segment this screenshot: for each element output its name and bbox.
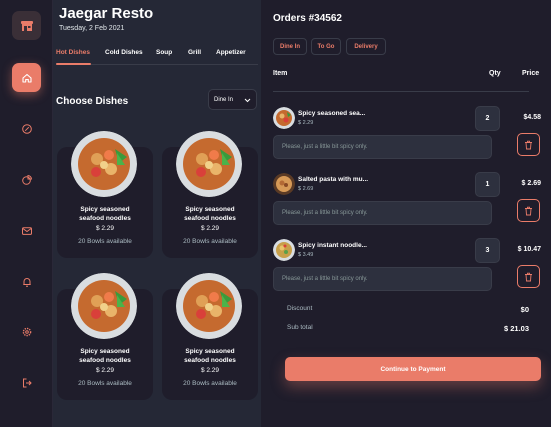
dish-price: $ 2.29 xyxy=(95,367,115,374)
logout-icon xyxy=(22,378,32,387)
dish-image xyxy=(176,131,242,197)
order-item-price: $ 3.49 xyxy=(298,252,314,258)
nav-logout[interactable] xyxy=(12,368,41,397)
tab-appetizer[interactable]: Appetizer xyxy=(216,49,246,56)
home-icon xyxy=(21,73,32,83)
nav-notifications[interactable] xyxy=(12,267,41,296)
continue-to-payment-button[interactable]: Continue to Payment xyxy=(285,357,541,381)
nav-settings[interactable] xyxy=(12,317,41,346)
dish-availability: 20 Bowls available xyxy=(78,238,132,245)
dish-card[interactable]: Spicy seasoned seafood noodles $ 2.29 20 … xyxy=(162,273,258,400)
quantity-box[interactable]: 1 xyxy=(475,172,500,197)
pie-chart-icon xyxy=(21,174,32,185)
order-item-total: $ 10.47 xyxy=(517,246,541,253)
order-item-image xyxy=(273,239,295,261)
order-note-input[interactable]: Please, just a little bit spicy only. xyxy=(273,267,492,291)
order-title: Orders #34562 xyxy=(273,13,342,24)
dish-availability: 20 Bowls available xyxy=(183,380,237,387)
discount-icon xyxy=(21,123,32,134)
dish-price: $ 2.29 xyxy=(200,367,220,374)
delivery-button[interactable]: Delivery xyxy=(346,38,386,55)
nav-dashboard[interactable] xyxy=(12,165,41,194)
restaurant-logo[interactable] xyxy=(12,11,41,40)
tab-soup[interactable]: Soup xyxy=(156,49,172,56)
dish-card[interactable]: Spicy seasoned seafood noodles $ 2.29 20 … xyxy=(57,273,153,400)
order-item-price: $ 2.69 xyxy=(298,186,314,192)
column-price: Price xyxy=(522,70,540,77)
tab-hot-dishes[interactable]: Hot Dishes xyxy=(56,49,90,56)
discount-value: $0 xyxy=(520,305,529,314)
dish-price: $ 2.29 xyxy=(95,225,115,232)
subtotal-value: $ 21.03 xyxy=(503,324,529,333)
nav-discount[interactable] xyxy=(12,114,41,143)
dine-option-select[interactable]: Dine In xyxy=(208,89,257,110)
order-item-total: $4.58 xyxy=(523,114,541,121)
dish-card[interactable]: Spicy seasoned seafood noodles $ 2.29 20 … xyxy=(57,131,153,258)
active-tab-indicator xyxy=(56,63,91,65)
order-item-price: $ 2.29 xyxy=(298,120,314,126)
dine-in-button[interactable]: Dine In xyxy=(273,38,307,55)
nav-home[interactable] xyxy=(12,63,41,92)
trash-icon xyxy=(525,206,532,215)
trash-icon xyxy=(525,140,532,149)
settings-icon xyxy=(22,327,31,336)
mail-icon xyxy=(21,226,32,235)
dish-availability: 20 Bowls available xyxy=(78,380,132,387)
dish-image xyxy=(176,273,242,339)
discount-label: Discount xyxy=(287,305,313,312)
quantity-box[interactable]: 2 xyxy=(475,106,500,131)
dish-name: Spicy seasoned seafood noodles xyxy=(79,348,131,364)
delete-item-button[interactable] xyxy=(517,199,540,222)
order-note-input[interactable]: Please, just a little bit spicy only. xyxy=(273,135,492,159)
store-icon xyxy=(20,20,33,31)
dish-card[interactable]: Spicy seasoned seafood noodles $ 2.29 20 … xyxy=(162,131,258,258)
delete-item-button[interactable] xyxy=(517,133,540,156)
column-item: Item xyxy=(273,70,288,77)
trash-icon xyxy=(525,272,532,281)
quantity-box[interactable]: 3 xyxy=(475,238,500,263)
to-go-button[interactable]: To Go xyxy=(311,38,341,55)
sidebar xyxy=(0,0,53,427)
dish-availability: 20 Bowls available xyxy=(183,238,237,245)
category-tabs: Hot Dishes Cold Dishes Soup Grill Appeti… xyxy=(56,49,258,65)
dish-image xyxy=(71,131,137,197)
current-date: Tuesday, 2 Feb 2021 xyxy=(59,25,125,32)
column-qty: Qty xyxy=(489,70,501,77)
order-item-name: Salted pasta with mu... xyxy=(298,176,369,183)
delete-item-button[interactable] xyxy=(517,265,540,288)
nav-messages[interactable] xyxy=(12,216,41,245)
dish-browser: Jaegar Resto Tuesday, 2 Feb 2021 Hot Dis… xyxy=(53,0,261,427)
section-title: Choose Dishes xyxy=(56,96,129,107)
subtotal-label: Sub total xyxy=(287,324,313,331)
order-item-image xyxy=(273,107,295,129)
dish-name: Spicy seasoned seafood noodles xyxy=(184,206,236,222)
order-item-image xyxy=(273,173,295,195)
dish-image xyxy=(71,273,137,339)
tab-cold-dishes[interactable]: Cold Dishes xyxy=(105,49,143,56)
tab-grill[interactable]: Grill xyxy=(188,49,201,56)
order-panel: Orders #34562 Dine In To Go Delivery Ite… xyxy=(261,0,551,427)
page-title: Jaegar Resto xyxy=(59,5,154,22)
dish-name: Spicy seasoned seafood noodles xyxy=(79,206,131,222)
order-note-input[interactable]: Please, just a little bit spicy only. xyxy=(273,201,492,225)
dish-price: $ 2.29 xyxy=(200,225,220,232)
order-item-total: $ 2.69 xyxy=(521,180,541,187)
dish-name: Spicy seasoned seafood noodles xyxy=(184,348,236,364)
dine-option-value: Dine In xyxy=(214,97,234,103)
bell-icon xyxy=(22,277,31,287)
chevron-down-icon xyxy=(244,98,251,103)
order-item-name: Spicy seasoned sea... xyxy=(298,110,366,117)
header-divider xyxy=(273,91,529,92)
order-item-name: Spicy instant noodle... xyxy=(298,242,367,249)
